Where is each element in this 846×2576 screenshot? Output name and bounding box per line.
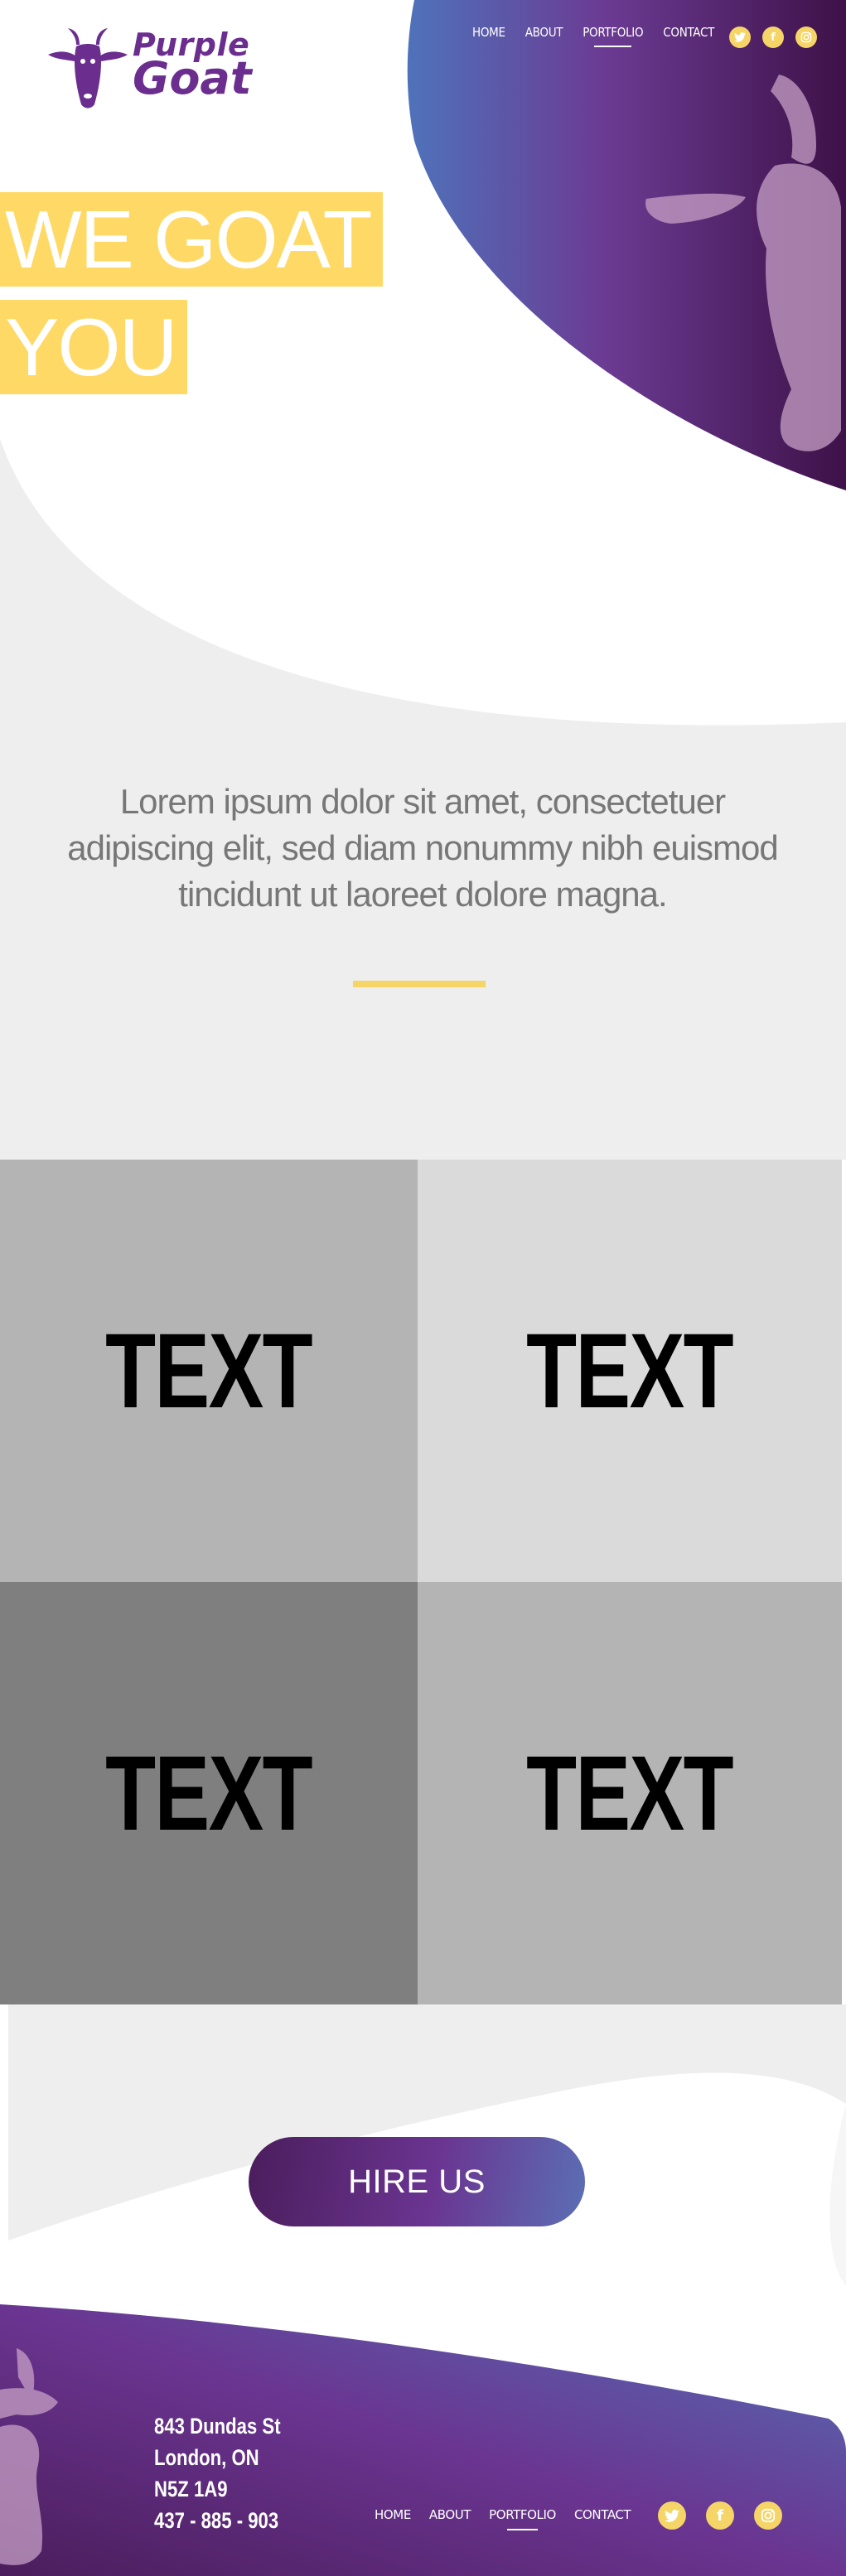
nav-about[interactable]: ABOUT xyxy=(525,25,563,40)
hero-heading-line2: YOU xyxy=(0,300,188,394)
tile-label: TEXT xyxy=(105,1311,313,1430)
brand-name-line2: Goat xyxy=(133,52,252,104)
address-street: 843 Dundas St xyxy=(154,2414,281,2439)
footer-nav: HOME ABOUT PORTFOLIO CONTACT xyxy=(375,2507,631,2530)
portfolio-tile-1[interactable]: TEXT xyxy=(0,1160,418,1582)
address-postal: N5Z 1A9 xyxy=(154,2477,228,2501)
footer-purple-shape xyxy=(0,2304,846,2576)
footer-nav-portfolio[interactable]: PORTFOLIO xyxy=(489,2507,556,2530)
header-social-links: f xyxy=(729,27,817,48)
footer-nav-contact[interactable]: CONTACT xyxy=(574,2507,631,2522)
footer-nav-about[interactable]: ABOUT xyxy=(429,2507,471,2522)
tile-label: TEXT xyxy=(526,1734,734,1853)
twitter-icon[interactable] xyxy=(729,27,751,48)
footer-nav-home[interactable]: HOME xyxy=(375,2507,411,2522)
hero-heading-line1: WE GOAT xyxy=(0,192,383,287)
goat-logo-icon xyxy=(48,28,128,109)
tile-label: TEXT xyxy=(526,1311,734,1430)
address-city: London, ON xyxy=(154,2445,259,2470)
twitter-icon[interactable] xyxy=(658,2501,686,2530)
tile-label: TEXT xyxy=(105,1734,313,1853)
facebook-icon[interactable]: f xyxy=(706,2501,734,2530)
footer-social-links: f xyxy=(658,2501,782,2530)
instagram-icon[interactable] xyxy=(754,2501,782,2530)
portfolio-tile-3[interactable]: TEXT xyxy=(0,1582,418,2004)
portfolio-tile-2[interactable]: TEXT xyxy=(418,1160,842,1582)
main-nav: HOME ABOUT PORTFOLIO CONTACT xyxy=(472,25,714,47)
intro-divider xyxy=(353,981,486,987)
portfolio-tile-4[interactable]: TEXT xyxy=(418,1582,842,2004)
address-phone: 437 - 885 - 903 xyxy=(154,2508,279,2533)
nav-home[interactable]: HOME xyxy=(472,25,505,40)
brand-logo[interactable]: Purple Goat xyxy=(40,20,255,111)
nav-portfolio[interactable]: PORTFOLIO xyxy=(583,25,644,47)
intro-paragraph: Lorem ipsum dolor sit amet, consectetuer… xyxy=(67,782,778,914)
footer-address: 843 Dundas St London, ON N5Z 1A9 437 - 8… xyxy=(154,2410,308,2536)
facebook-icon[interactable]: f xyxy=(762,27,784,48)
instagram-icon[interactable] xyxy=(795,27,817,48)
hire-us-button[interactable]: HIRE US xyxy=(249,2137,585,2226)
nav-contact[interactable]: CONTACT xyxy=(663,25,714,40)
